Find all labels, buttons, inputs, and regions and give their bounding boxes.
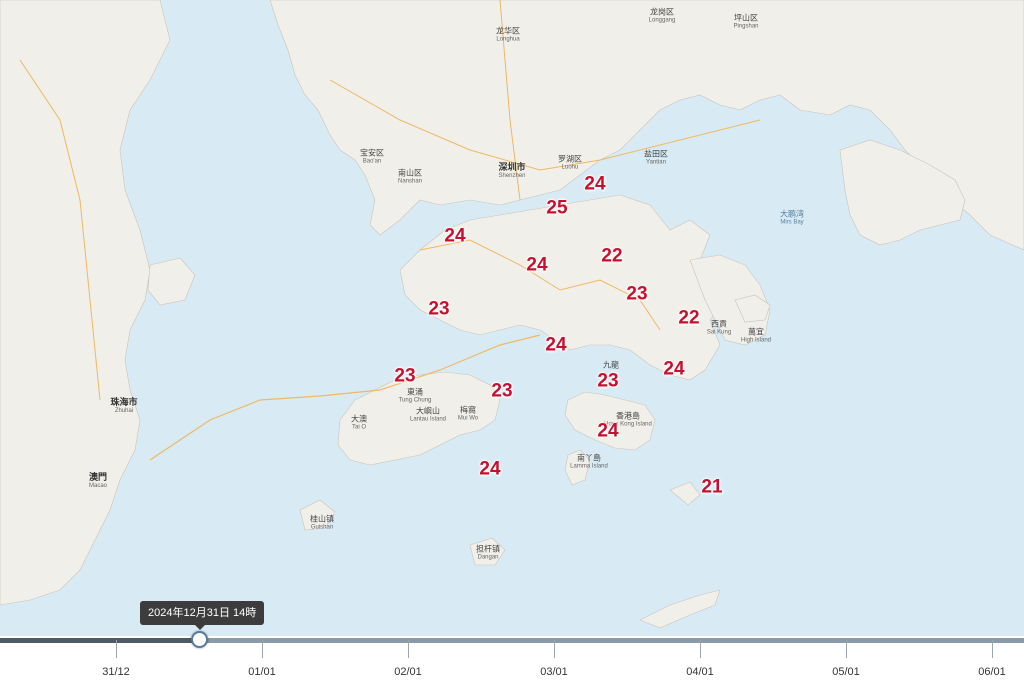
- place-label: 九龍: [603, 360, 619, 370]
- timeline-bar[interactable]: 31/12 01/01 02/01 03/01 04/01 05/01 06/0…: [0, 636, 1024, 681]
- timeline-tick-label: 31/12: [102, 666, 130, 678]
- place-label: 東涌 Tung Chung: [398, 387, 432, 404]
- temperature-marker[interactable]: 25: [546, 199, 567, 218]
- timeline-progress: [0, 638, 199, 643]
- timeline-tick: [992, 640, 993, 658]
- place-label: 龙华区 Longhua: [496, 26, 520, 43]
- temperature-marker[interactable]: 24: [663, 360, 684, 379]
- temperature-marker[interactable]: 24: [479, 460, 500, 479]
- place-label: 南丫島 Lamma Island: [570, 453, 608, 470]
- temperature-marker[interactable]: 24: [545, 336, 566, 355]
- timeline-tick: [408, 640, 409, 658]
- timeline-tick: [846, 640, 847, 658]
- timeline-slider-handle[interactable]: [191, 631, 208, 648]
- timeline-tick-label: 03/01: [540, 666, 568, 678]
- timeline-time-tooltip: 2024年12月31日 14時: [140, 601, 265, 630]
- temperature-marker[interactable]: 24: [597, 422, 618, 441]
- timeline-tick: [262, 640, 263, 658]
- place-label: 坪山区 Pingshan: [733, 13, 759, 30]
- timeline-tick-label: 06/01: [978, 666, 1006, 678]
- map-canvas[interactable]: [0, 0, 1024, 681]
- timeline-tick-label: 02/01: [394, 666, 422, 678]
- timeline-tick-label: 05/01: [832, 666, 860, 678]
- place-label: 大澳 Tai O: [351, 414, 367, 431]
- place-label: 萬宜 High Island: [740, 327, 772, 344]
- place-label: 盐田区 Yantian: [644, 149, 668, 166]
- place-label: 深圳市 Shenzhen: [498, 161, 526, 179]
- temperature-marker[interactable]: 24: [444, 227, 465, 246]
- place-label: 澳門 Macao: [88, 471, 108, 489]
- timeline-tick-label: 01/01: [248, 666, 276, 678]
- temperature-marker[interactable]: 24: [526, 256, 547, 275]
- temperature-marker[interactable]: 23: [626, 285, 647, 304]
- temperature-marker[interactable]: 23: [597, 372, 618, 391]
- place-label: 大鹏湾 Mirs Bay: [780, 209, 804, 226]
- place-label: 梅窩 Mui Wo: [457, 405, 479, 422]
- place-label: 桂山镇 Guishan: [310, 514, 334, 531]
- place-label: 南山区 Nanshan: [397, 168, 423, 185]
- place-label: 宝安区 Bao'an: [360, 148, 384, 165]
- place-label: 西貢 Sai Kung: [706, 319, 732, 336]
- temperature-marker[interactable]: 23: [394, 367, 415, 386]
- temperature-marker[interactable]: 22: [678, 309, 699, 328]
- timeline-tick: [700, 640, 701, 658]
- temperature-marker[interactable]: 23: [491, 382, 512, 401]
- place-label: 珠海市 Zhuhai: [110, 396, 138, 414]
- place-label: 大嶼山 Lantau Island: [409, 406, 447, 423]
- timeline-tick: [554, 640, 555, 658]
- place-label: 担杆镇 Dangan: [476, 544, 500, 561]
- timeline-tick-label: 04/01: [686, 666, 714, 678]
- place-label: 罗湖区 Luohu: [558, 154, 582, 171]
- place-label: 龙岗区 Longgang: [648, 7, 676, 24]
- timeline-tick: [116, 640, 117, 658]
- temperature-marker[interactable]: 23: [428, 300, 449, 319]
- temperature-marker[interactable]: 21: [701, 478, 722, 497]
- temperature-marker[interactable]: 22: [601, 247, 622, 266]
- temperature-marker[interactable]: 24: [584, 175, 605, 194]
